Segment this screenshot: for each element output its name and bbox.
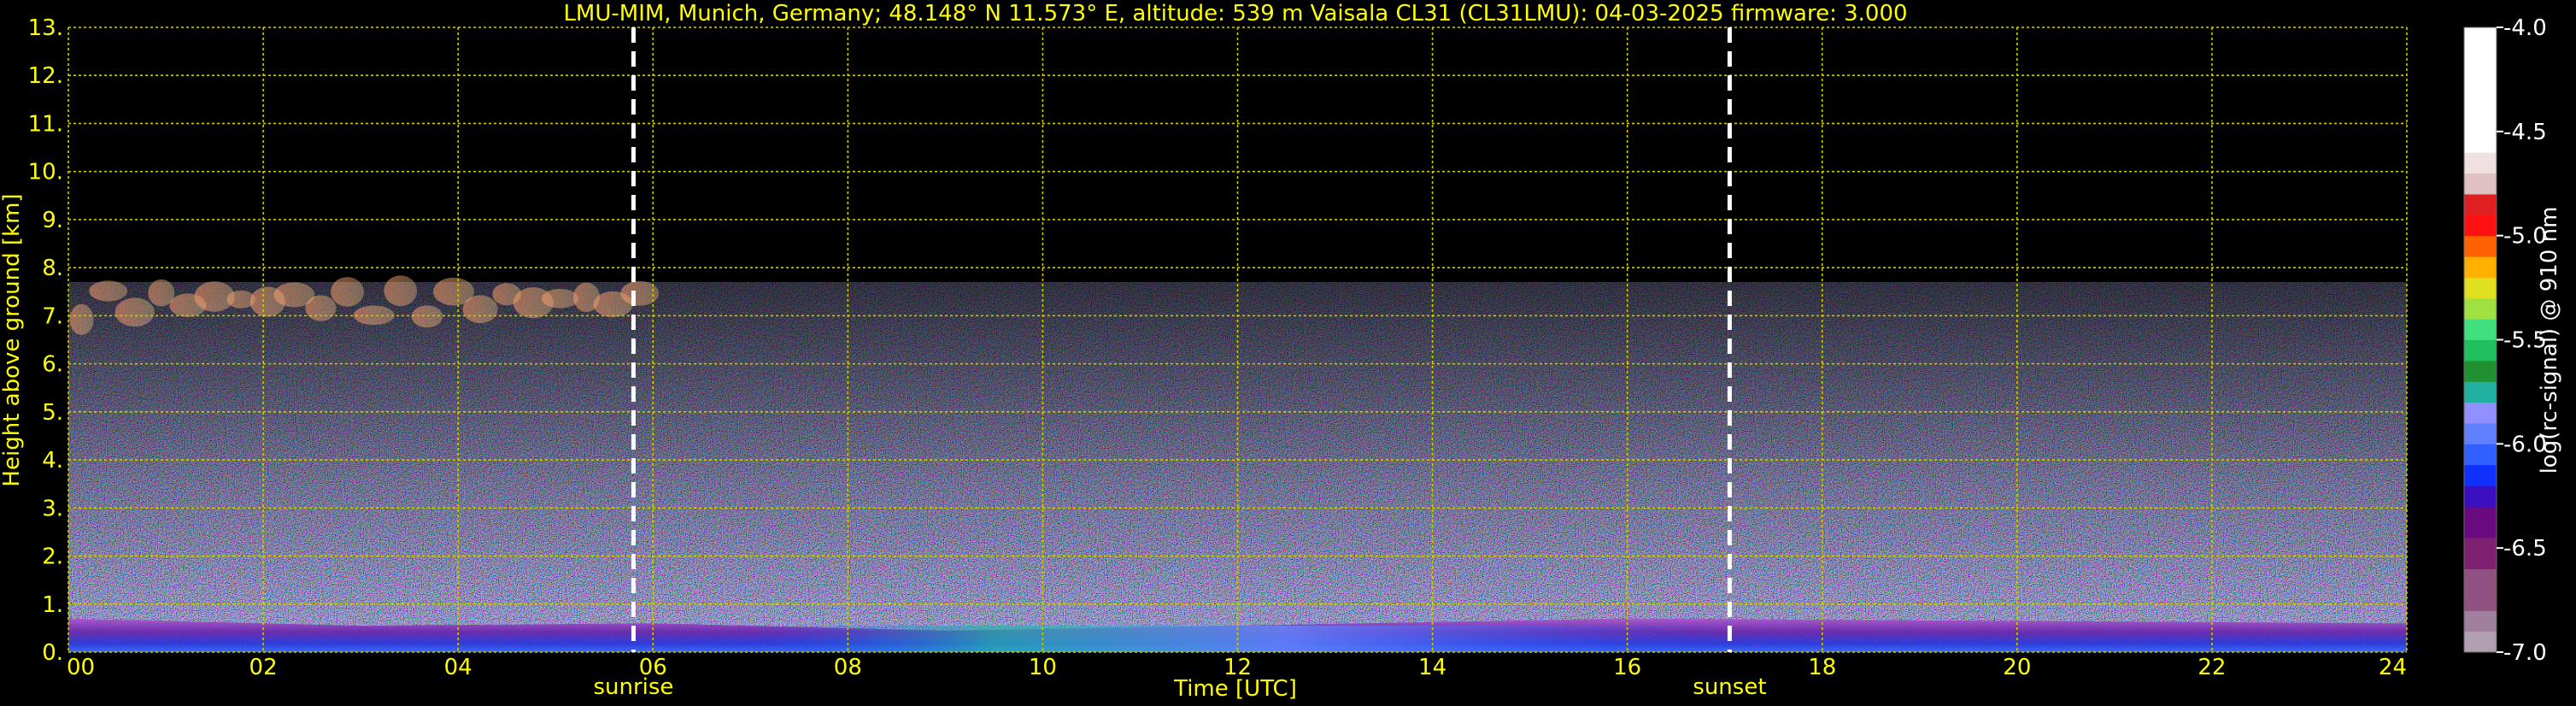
x-tick-label: 16: [1613, 655, 1641, 680]
colorbar-step: [2464, 381, 2497, 403]
x-tick-label: 18: [1808, 655, 1836, 680]
ceilometer-chart: LMU-MIM, Munich, Germany; 48.148° N 11.5…: [0, 1, 2562, 702]
y-tick-label: 7.: [42, 303, 63, 329]
x-tick-label: 04: [444, 655, 472, 680]
colorbar-step: [2464, 193, 2497, 215]
chart-title: LMU-MIM, Munich, Germany; 48.148° N 11.5…: [563, 1, 1907, 26]
cloud-blob: [384, 275, 418, 307]
cloud-blob: [69, 303, 94, 335]
colorbar-step: [2464, 256, 2497, 278]
colorbar-step: [2464, 537, 2497, 570]
y-axis-label: Height above ground [km]: [0, 193, 25, 486]
colorbar-tick-label: -6.5: [2503, 536, 2547, 562]
colorbar-step: [2464, 444, 2497, 466]
x-tick-label: 24: [2379, 655, 2407, 680]
x-tick-label: 02: [249, 655, 278, 680]
y-tick-label: 2.: [42, 544, 63, 570]
colorbar-step: [2464, 360, 2497, 382]
cloud-blob: [331, 277, 365, 307]
colorbar-step: [2464, 173, 2497, 195]
colorbar-tick-label: -7.0: [2503, 640, 2547, 666]
cloud-blob: [462, 295, 498, 324]
y-tick-label: 11.: [28, 111, 63, 137]
colorbar-step: [2464, 235, 2497, 257]
colorbar-step: [2464, 506, 2497, 538]
colorbar: [2463, 26, 2497, 653]
x-tick-label: 06: [639, 655, 667, 680]
cloud-blob: [541, 289, 578, 309]
colorbar-label: log(rc-signal) @ 910 nm: [2537, 207, 2562, 474]
colorbar-step: [2464, 568, 2497, 611]
cloud-blob: [89, 280, 128, 302]
colorbar-step: [2464, 297, 2497, 320]
x-tick-label: 10: [1029, 655, 1057, 680]
colorbar-step: [2464, 631, 2497, 653]
x-axis-label: Time [UTC]: [1173, 676, 1297, 702]
y-axis-ticks: 0. 1. 2. 3. 4. 5. 6. 7. 8. 9. 10. 11. 12. 13.: [28, 15, 63, 666]
colorbar-step: [2464, 339, 2497, 362]
cloud-blob: [114, 297, 155, 327]
y-tick-label: 5.: [42, 400, 63, 426]
x-tick-label: 00: [67, 655, 95, 680]
colorbar-step: [2464, 485, 2497, 507]
y-tick-label: 0.: [42, 640, 63, 666]
x-tick-label: 14: [1418, 655, 1446, 680]
y-tick-label: 1.: [42, 592, 63, 618]
colorbar-step: [2464, 152, 2497, 174]
colorbar-step: [2464, 464, 2497, 486]
colorbar-step: [2464, 402, 2497, 424]
y-tick-label: 12.: [28, 63, 63, 89]
x-tick-label: 22: [2198, 655, 2226, 680]
colorbar-step: [2464, 277, 2497, 299]
cloud-blob: [411, 305, 443, 328]
cloud-blob: [305, 295, 337, 321]
sunset-label: sunset: [1693, 674, 1766, 700]
colorbar-step: [2464, 610, 2497, 632]
y-tick-label: 6.: [42, 352, 63, 378]
x-tick-label: 08: [834, 655, 862, 680]
y-tick-label: 3.: [42, 496, 63, 521]
colorbar-step: [2464, 319, 2497, 340]
x-tick-label: 20: [2003, 655, 2031, 680]
y-tick-label: 8.: [42, 256, 63, 281]
y-tick-label: 4.: [42, 448, 63, 474]
y-tick-label: 13.: [28, 15, 63, 41]
y-tick-label: 10.: [28, 160, 63, 185]
colorbar-step: [2464, 27, 2497, 153]
colorbar-step: [2464, 215, 2497, 237]
colorbar-tick-label: -4.5: [2503, 120, 2547, 145]
colorbar-tick-label: -4.0: [2503, 15, 2547, 41]
y-tick-label: 9.: [42, 208, 63, 233]
colorbar-step: [2464, 422, 2497, 444]
